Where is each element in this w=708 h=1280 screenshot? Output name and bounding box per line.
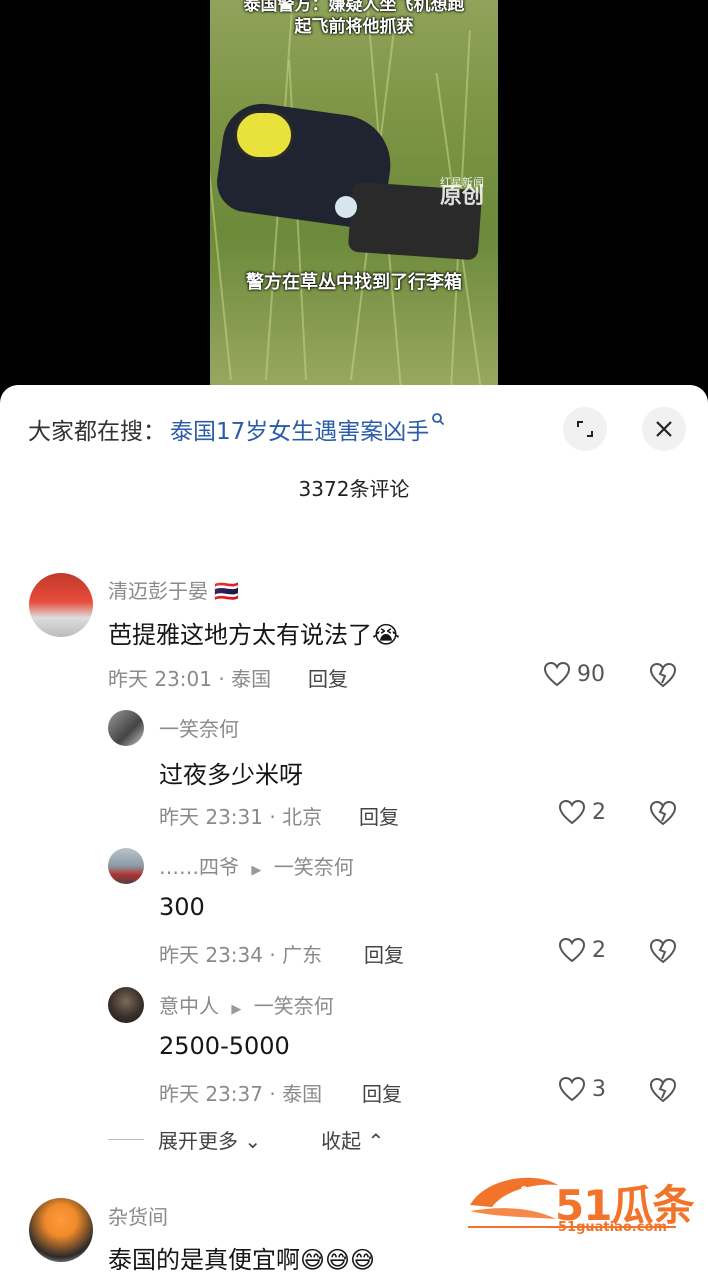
comment-text: 芭提雅这地方太有说法了😭 <box>108 621 401 649</box>
avatar[interactable] <box>29 1198 93 1262</box>
collapse-button[interactable]: 收起 ⌃ <box>321 1125 384 1154</box>
search-icon <box>431 412 445 430</box>
chevron-up-icon: ⌃ <box>367 1129 385 1153</box>
site-logo-url: 51guatiao.com <box>558 1220 667 1235</box>
comment-count: 3372条评论 <box>298 477 410 501</box>
comment-author[interactable]: 杂货间 <box>108 1201 168 1230</box>
close-icon <box>656 421 672 437</box>
comment-meta: 昨天 23:31 · 北京 <box>159 805 323 829</box>
video-caption: 警方在草丛中找到了行李箱 <box>246 272 462 293</box>
avatar[interactable] <box>108 710 144 746</box>
close-button[interactable] <box>642 407 686 451</box>
heart-icon <box>558 937 586 963</box>
avatar[interactable] <box>108 848 144 884</box>
expand-button[interactable] <box>563 407 607 451</box>
comment-author[interactable]: ……四爷 ▶ 一笑奈何 <box>159 851 354 880</box>
like-button[interactable]: 3 <box>558 1076 606 1102</box>
comment-text: 2500-5000 <box>159 1032 290 1060</box>
like-button[interactable]: 90 <box>543 661 605 687</box>
comment-author[interactable]: 意中人 ▶ 一笑奈何 <box>159 990 334 1019</box>
chevron-down-icon: ⌄ <box>244 1129 262 1153</box>
broken-heart-icon[interactable] <box>649 799 677 827</box>
expand-icon <box>577 421 593 437</box>
broken-heart-icon[interactable] <box>649 661 677 689</box>
comment-meta: 昨天 23:37 · 泰国 <box>159 1082 323 1106</box>
video-frame: 泰国警方：嫌疑人坐飞机想跑 起飞前将他抓获 红星新闻 原创 警方在草丛中找到了行… <box>210 0 498 390</box>
broken-heart-icon[interactable] <box>649 937 677 965</box>
video-title: 泰国警方：嫌疑人坐飞机想跑 起飞前将他抓获 <box>243 0 465 37</box>
comment-author[interactable]: 一笑奈何 <box>159 713 239 742</box>
reply-button[interactable]: 回复 <box>308 663 348 692</box>
comment-meta: 昨天 23:01 · 泰国 <box>108 667 272 691</box>
reply-button[interactable]: 回复 <box>364 939 404 968</box>
video-player[interactable]: 泰国警方：嫌疑人坐飞机想跑 起飞前将他抓获 红星新闻 原创 警方在草丛中找到了行… <box>0 0 708 400</box>
comment-meta: 昨天 23:34 · 广东 <box>159 943 323 967</box>
expand-more-button[interactable]: 展开更多 ⌄ <box>158 1125 261 1154</box>
comment-author[interactable]: 清迈彭于晏 🇹🇭 <box>108 575 239 604</box>
heart-icon <box>558 1076 586 1102</box>
like-count: 3 <box>592 1076 606 1102</box>
reply-arrow-icon: ▶ <box>251 863 262 878</box>
like-button[interactable]: 2 <box>558 937 606 963</box>
video-helmet <box>234 110 294 160</box>
like-button[interactable]: 2 <box>558 799 606 825</box>
comment-sheet: 大家都在搜： 泰国17岁女生遇害案凶手 3372条评论 清迈彭于晏 🇹🇭 芭提雅… <box>0 385 708 1280</box>
trending-search-label: 大家都在搜： <box>28 419 166 445</box>
thread-controls: 展开更多 ⌄ 收起 ⌃ <box>108 1125 384 1154</box>
comment-text: 300 <box>159 893 205 921</box>
divider <box>108 1139 144 1140</box>
avatar[interactable] <box>108 987 144 1023</box>
reply-button[interactable]: 回复 <box>362 1078 402 1107</box>
heart-icon <box>558 799 586 825</box>
trending-search[interactable]: 大家都在搜： 泰国17岁女生遇害案凶手 <box>28 411 445 447</box>
trending-search-term[interactable]: 泰国17岁女生遇害案凶手 <box>170 412 429 446</box>
like-count: 90 <box>577 661 605 687</box>
comment-text: 过夜多少米呀 <box>159 761 303 789</box>
broken-heart-icon[interactable] <box>649 1076 677 1104</box>
heart-icon <box>543 661 571 687</box>
avatar[interactable] <box>29 573 93 637</box>
comment-text: 泰国的是真便宜啊😅😅😅 <box>108 1246 376 1274</box>
like-count: 2 <box>592 799 606 825</box>
like-count: 2 <box>592 937 606 963</box>
reply-arrow-icon: ▶ <box>231 1002 242 1017</box>
video-watermark: 红星新闻 原创 <box>440 176 485 209</box>
reply-button[interactable]: 回复 <box>359 801 399 830</box>
